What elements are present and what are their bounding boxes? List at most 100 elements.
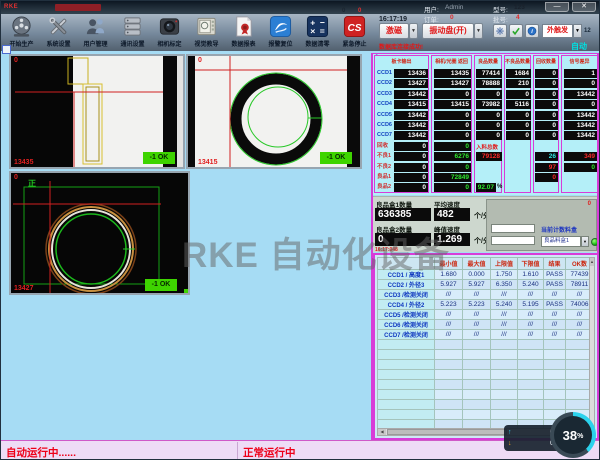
stats-group-header: 板卡输出 [375, 58, 428, 65]
stats-group-1: 板卡输出CCD1CCD2CCD3CCD4CCD5CCD6CCD7回收不良1不良2… [374, 55, 429, 193]
results-cell: /// [463, 320, 491, 330]
counter-box-select[interactable]: 良品料盒1 [541, 236, 581, 247]
results-header-cell [378, 258, 435, 270]
results-cell-empty [491, 390, 518, 400]
counter-input-1[interactable] [491, 224, 535, 233]
trigger-mode-dropdown[interactable]: 外触发 [542, 24, 573, 38]
camera-1-counter: 0 [14, 57, 18, 64]
start-production-icon [10, 15, 33, 38]
camera-1-reading: 13435 [14, 159, 33, 166]
cpu-percent: 38 % [554, 416, 592, 454]
results-cell-empty [544, 350, 566, 360]
results-cell-empty [378, 340, 435, 350]
results-cell: /// [518, 320, 544, 330]
table-row-empty [378, 380, 594, 390]
results-cell-empty [491, 370, 518, 380]
dock-tab-icon[interactable] [2, 45, 11, 54]
stats-value-cell: 0 [434, 90, 471, 99]
camera-view-1[interactable]: 0 13435 -1 OK [9, 54, 185, 169]
stats-value-cell: 0 [434, 131, 471, 140]
stats-value-cell: 0 [434, 121, 471, 130]
trigger-dropdown-arrow-icon[interactable]: ▼ [573, 24, 582, 38]
results-header-row: 最小值最大值上限值下限值结果OK数 [378, 258, 594, 270]
app-window: RKE — ✕ 开始生产系统设置用户管理通讯设置相机标定视觉教导数据报表报警复位… [0, 0, 600, 460]
table-row: CCD7 /检测关闭////////////////// [378, 330, 594, 340]
panel-right-edge [597, 53, 599, 440]
results-cell-empty [378, 400, 435, 410]
db-status-message: 数据库连接成功! [379, 42, 423, 51]
results-cell: PASS [544, 300, 566, 310]
results-cell: 0.000 [463, 270, 491, 280]
toolbar-button-alarm-reset[interactable]: 报警复位 [262, 14, 299, 51]
toolbar-button-comm-settings[interactable]: 通讯设置 [114, 14, 151, 51]
results-cell: /// [544, 320, 566, 330]
info-button[interactable]: i [525, 24, 539, 38]
confirm-check-button[interactable] [509, 24, 523, 38]
system-monitor-ball[interactable]: 38 % [550, 412, 596, 458]
stats-row-label: 不良2 [377, 163, 391, 172]
settings-gear-button[interactable] [493, 24, 507, 38]
stats-row-label: CCD3 [377, 90, 392, 99]
stats-value-cell: 13427 [434, 79, 471, 88]
toolbar-button-data-clear[interactable]: +−×=数据清零 [299, 14, 336, 51]
results-cell-empty [544, 390, 566, 400]
table-row: CCD2 / 外径35.9275.9276.3505.240PASS78911 [378, 280, 594, 290]
results-cell-empty [435, 340, 463, 350]
results-cell: /// [491, 330, 518, 340]
results-cell-empty [435, 350, 463, 360]
stats-row-label: CCD2 [377, 79, 392, 88]
counter-input-2[interactable] [491, 236, 535, 245]
stats-value-cell: 210 [506, 79, 531, 88]
app-logo: RKE [4, 4, 18, 10]
excite-dropdown-arrow-icon[interactable]: ▼ [409, 23, 418, 39]
toolbar-button-label: 通讯设置 [120, 39, 144, 48]
box1-count-value: 636385 [375, 208, 431, 221]
camera-view-2[interactable]: 0 13415 -1 OK [186, 54, 362, 169]
close-button[interactable]: ✕ [572, 2, 596, 12]
stats-value-cell: 349 [564, 152, 597, 161]
results-cell: 5.240 [491, 300, 518, 310]
scrollbar-thumb[interactable] [387, 429, 507, 435]
stats-value-cell: 77414 [476, 69, 502, 78]
vibration-button[interactable]: 振动盘(开) [422, 23, 474, 39]
toolbar-button-system-settings[interactable]: 系统设置 [40, 14, 77, 51]
toolbar-button-emergency-stop[interactable]: CS紧急停止 [336, 14, 373, 51]
results-cell-empty [518, 340, 544, 350]
results-header-cell: 最小值 [435, 258, 463, 270]
stats-value-cell: 0 [535, 90, 558, 99]
stats-value-cell: 0 [434, 111, 471, 120]
resize-handle[interactable] [184, 289, 188, 293]
counter-box-value: 0 [588, 201, 591, 207]
toolbar-button-data-report[interactable]: 数据报表 [225, 14, 262, 51]
minimize-button[interactable]: — [545, 2, 569, 12]
toolbar-button-camera-calibration[interactable]: 相机标定 [151, 14, 188, 51]
stats-value-cell: 0 [564, 79, 597, 88]
toolbar-button-user-management[interactable]: 用户管理 [77, 14, 114, 51]
toolbar-button-vision-teaching[interactable]: 视觉教导 [188, 14, 225, 51]
camera-view-3[interactable]: 正 0 13427 -1 OK [9, 171, 190, 295]
results-header-cell: 最大值 [463, 258, 491, 270]
counter-select-arrow-icon[interactable]: ▼ [581, 236, 589, 247]
table-row-empty [378, 340, 594, 350]
batch-value: 4 [516, 14, 520, 21]
stats-group-header: 回收数量 [534, 58, 558, 65]
stats-value-cell: 0 [476, 131, 502, 140]
scroll-left-arrow-icon[interactable]: ◀ [378, 429, 386, 435]
stats-value-cell: 0 [394, 142, 428, 151]
excite-button[interactable]: 激磁 [379, 23, 409, 39]
table-vertical-scrollbar[interactable]: ▲ [589, 257, 595, 429]
stats-value-cell: 73982 [476, 100, 502, 109]
toolbar-button-label: 紧急停止 [342, 39, 366, 48]
stats-value-cell: 0 [394, 173, 428, 182]
stats-group-2: 相机/光圈 返回1343513427013415000062760728490 [431, 55, 472, 193]
stats-value-cell: 13442 [564, 131, 597, 140]
download-arrow-icon: ↓ [508, 438, 512, 449]
results-header-cell: 上限值 [491, 258, 518, 270]
toolbar-button-label: 数据清零 [305, 39, 329, 48]
stats-value-cell: 13442 [394, 131, 428, 140]
results-cell: 5.223 [463, 300, 491, 310]
scroll-up-arrow-icon[interactable]: ▲ [590, 258, 594, 266]
vibration-dropdown-arrow-icon[interactable]: ▼ [474, 23, 483, 39]
current-counter-label: 当前计数料盒 [541, 225, 577, 234]
results-cell-empty [544, 340, 566, 350]
